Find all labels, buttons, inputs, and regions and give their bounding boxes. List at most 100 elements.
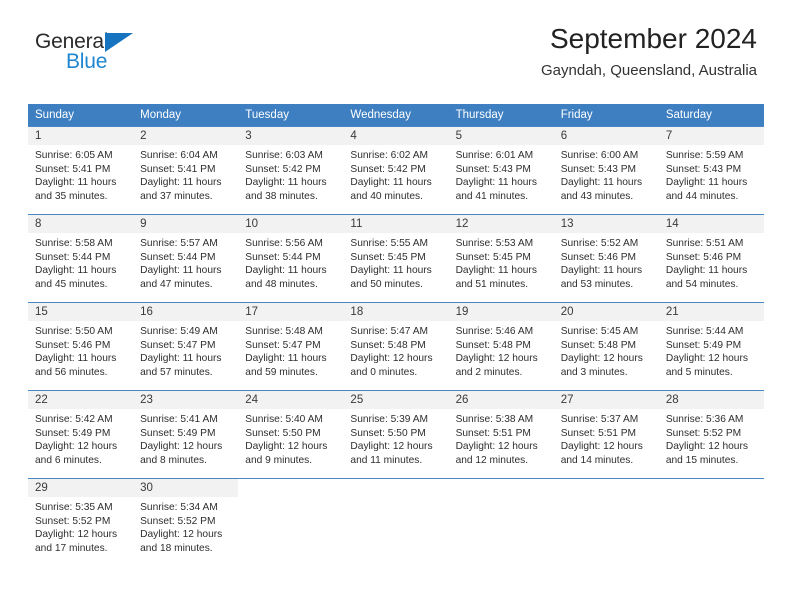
daylight-text-line2: and 15 minutes. [665, 454, 739, 466]
sunset-text: Sunset: 5:47 PM [140, 339, 216, 351]
sunrise-text: Sunrise: 5:56 AM [245, 238, 323, 249]
day-cell[interactable]: 25 Sunrise: 5:39 AM Sunset: 5:50 PM Dayligh… [343, 390, 449, 479]
day-cell[interactable]: 2 Sunrise: 6:04 AM Sunset: 5:41 PM Daylight… [133, 126, 239, 215]
day-cell[interactable]: 4 Sunrise: 6:02 AM Sunset: 5:42 PM Daylight… [343, 126, 449, 215]
daylight-text-line2: and 17 minutes. [35, 542, 108, 554]
sunrise-text: Sunrise: 5:37 AM [560, 414, 639, 425]
day-cell[interactable]: 12 Sunrise: 5:53 AM Sunset: 5:45 PM Dayligh… [448, 214, 554, 303]
day-cell[interactable]: 18 Sunrise: 5:47 AM Sunset: 5:48 PM Dayligh… [343, 302, 449, 391]
daylight-text-line2: and 44 minutes. [665, 190, 739, 202]
day-info: Sunrise: 5:59 AM Sunset: 5:43 PM Daylight:… [659, 145, 764, 203]
day-cell-empty [448, 478, 554, 567]
day-cell[interactable]: 19 Sunrise: 5:46 AM Sunset: 5:48 PM Dayligh… [448, 302, 554, 391]
day-cell[interactable]: 29 Sunrise: 5:35 AM Sunset: 5:52 PM Dayligh… [28, 478, 134, 567]
day-cell[interactable]: 16 Sunrise: 5:49 AM Sunset: 5:47 PM Dayligh… [133, 302, 239, 391]
logo-text-blue: Blue [66, 50, 108, 73]
sunset-text: Sunset: 5:49 PM [140, 427, 216, 439]
day-cell[interactable]: 21 Sunrise: 5:44 AM Sunset: 5:49 PM Dayligh… [658, 302, 764, 391]
day-cell[interactable]: 23 Sunrise: 5:41 AM Sunset: 5:49 PM Dayligh… [133, 390, 239, 479]
day-number: 13 [553, 215, 659, 233]
sunrise-text: Sunrise: 5:34 AM [140, 502, 218, 513]
daylight-text-line1: Daylight: 12 hours [35, 441, 118, 453]
daylight-text-line2: and 3 minutes. [560, 366, 628, 378]
day-info: Sunrise: 5:58 AM Sunset: 5:44 PM Daylight:… [28, 233, 133, 291]
day-cell[interactable]: 13 Sunrise: 5:52 AM Sunset: 5:46 PM Dayligh… [553, 214, 659, 303]
day-info: Sunrise: 5:44 AM Sunset: 5:49 PM Daylight:… [659, 321, 764, 379]
day-cell[interactable]: 22 Sunrise: 5:42 AM Sunset: 5:49 PM Dayligh… [28, 390, 134, 479]
daylight-text-line1: Daylight: 11 hours [350, 265, 432, 277]
day-cell[interactable]: 8 Sunrise: 5:58 AM Sunset: 5:44 PM Daylight… [28, 214, 134, 303]
daylight-text-line2: and 51 minutes. [455, 278, 529, 290]
day-cell[interactable]: 26 Sunrise: 5:38 AM Sunset: 5:51 PM Dayligh… [448, 390, 554, 479]
sunset-text: Sunset: 5:43 PM [665, 163, 742, 175]
column-header-sunday: Sunday [28, 104, 134, 127]
sunrise-text: Sunrise: 6:05 AM [35, 150, 113, 161]
sunrise-text: Sunrise: 5:39 AM [350, 414, 429, 425]
sunset-text: Sunset: 5:44 PM [245, 251, 321, 263]
column-header-monday: Monday [133, 104, 239, 127]
day-info: Sunrise: 5:35 AM Sunset: 5:52 PM Daylight:… [28, 497, 133, 555]
week-row: 8 Sunrise: 5:58 AM Sunset: 5:44 PM Daylight… [28, 214, 764, 303]
sunset-text: Sunset: 5:41 PM [140, 163, 216, 175]
sunset-text: Sunset: 5:46 PM [35, 339, 111, 351]
day-cell[interactable]: 11 Sunrise: 5:55 AM Sunset: 5:45 PM Dayligh… [343, 214, 449, 303]
day-number: 1 [28, 127, 134, 145]
sunset-text: Sunset: 5:48 PM [455, 339, 531, 351]
week-row: 15 Sunrise: 5:50 AM Sunset: 5:46 PM Dayligh… [28, 302, 764, 391]
sunrise-text: Sunrise: 5:59 AM [665, 150, 744, 161]
day-cell[interactable]: 9 Sunrise: 5:57 AM Sunset: 5:44 PM Daylight… [133, 214, 239, 303]
sunrise-text: Sunrise: 5:35 AM [35, 502, 113, 513]
day-cell[interactable]: 10 Sunrise: 5:56 AM Sunset: 5:44 PM Dayligh… [238, 214, 344, 303]
sunrise-text: Sunrise: 5:58 AM [35, 238, 113, 249]
daylight-text-line2: and 14 minutes. [560, 454, 634, 466]
sunset-text: Sunset: 5:48 PM [560, 339, 637, 351]
day-cell[interactable]: 28 Sunrise: 5:36 AM Sunset: 5:52 PM Dayligh… [658, 390, 764, 479]
day-number: 23 [133, 391, 239, 409]
day-cell[interactable]: 1 Sunrise: 6:05 AM Sunset: 5:41 PM Daylight… [28, 126, 134, 215]
day-cell[interactable]: 14 Sunrise: 5:51 AM Sunset: 5:46 PM Dayligh… [658, 214, 764, 303]
sunset-text: Sunset: 5:52 PM [665, 427, 742, 439]
daylight-text-line2: and 48 minutes. [245, 278, 318, 290]
day-number: 20 [553, 303, 659, 321]
daylight-text-line2: and 40 minutes. [350, 190, 423, 202]
daylight-text-line2: and 9 minutes. [245, 454, 313, 466]
sunset-text: Sunset: 5:44 PM [35, 251, 111, 263]
sunrise-text: Sunrise: 5:48 AM [245, 326, 323, 337]
daylight-text-line2: and 43 minutes. [560, 190, 634, 202]
sunset-text: Sunset: 5:41 PM [35, 163, 111, 175]
general-blue-logo[interactable]: General Blue [35, 30, 165, 78]
day-cell[interactable]: 24 Sunrise: 5:40 AM Sunset: 5:50 PM Dayligh… [238, 390, 344, 479]
daylight-text-line1: Daylight: 11 hours [245, 265, 327, 277]
day-number: 7 [658, 127, 764, 145]
day-info: Sunrise: 5:39 AM Sunset: 5:50 PM Daylight:… [343, 409, 448, 467]
day-cell[interactable]: 5 Sunrise: 6:01 AM Sunset: 5:43 PM Daylight… [448, 126, 554, 215]
day-cell[interactable]: 3 Sunrise: 6:03 AM Sunset: 5:42 PM Daylight… [238, 126, 344, 215]
day-info: Sunrise: 5:46 AM Sunset: 5:48 PM Daylight:… [449, 321, 554, 379]
day-cell[interactable]: 17 Sunrise: 5:48 AM Sunset: 5:47 PM Dayligh… [238, 302, 344, 391]
daylight-text-line1: Daylight: 11 hours [665, 265, 748, 277]
day-cell[interactable]: 7 Sunrise: 5:59 AM Sunset: 5:43 PM Daylight… [658, 126, 764, 215]
daylight-text-line1: Daylight: 11 hours [350, 177, 432, 189]
day-info: Sunrise: 5:37 AM Sunset: 5:51 PM Daylight:… [554, 409, 659, 467]
day-info: Sunrise: 5:57 AM Sunset: 5:44 PM Daylight:… [133, 233, 238, 291]
day-cell-empty [343, 478, 449, 567]
day-cell[interactable]: 15 Sunrise: 5:50 AM Sunset: 5:46 PM Dayligh… [28, 302, 134, 391]
daylight-text-line1: Daylight: 12 hours [350, 353, 433, 365]
column-header-saturday: Saturday [658, 104, 764, 127]
daylight-text-line1: Daylight: 12 hours [560, 441, 643, 453]
sunrise-text: Sunrise: 5:36 AM [665, 414, 744, 425]
daylight-text-line2: and 38 minutes. [245, 190, 318, 202]
day-info: Sunrise: 5:40 AM Sunset: 5:50 PM Daylight:… [238, 409, 343, 467]
daylight-text-line2: and 54 minutes. [665, 278, 739, 290]
day-info: Sunrise: 5:47 AM Sunset: 5:48 PM Daylight:… [343, 321, 448, 379]
day-cell[interactable]: 27 Sunrise: 5:37 AM Sunset: 5:51 PM Dayligh… [553, 390, 659, 479]
day-info: Sunrise: 5:45 AM Sunset: 5:48 PM Daylight:… [554, 321, 659, 379]
day-cell[interactable]: 30 Sunrise: 5:34 AM Sunset: 5:52 PM Dayligh… [133, 478, 239, 567]
daylight-text-line2: and 0 minutes. [350, 366, 418, 378]
day-number: 5 [448, 127, 554, 145]
daylight-text-line1: Daylight: 11 hours [560, 177, 643, 189]
day-info: Sunrise: 6:02 AM Sunset: 5:42 PM Daylight:… [343, 145, 448, 203]
day-cell[interactable]: 6 Sunrise: 6:00 AM Sunset: 5:43 PM Daylight… [553, 126, 659, 215]
day-cell[interactable]: 20 Sunrise: 5:45 AM Sunset: 5:48 PM Dayligh… [553, 302, 659, 391]
daylight-text-line1: Daylight: 12 hours [35, 529, 118, 541]
